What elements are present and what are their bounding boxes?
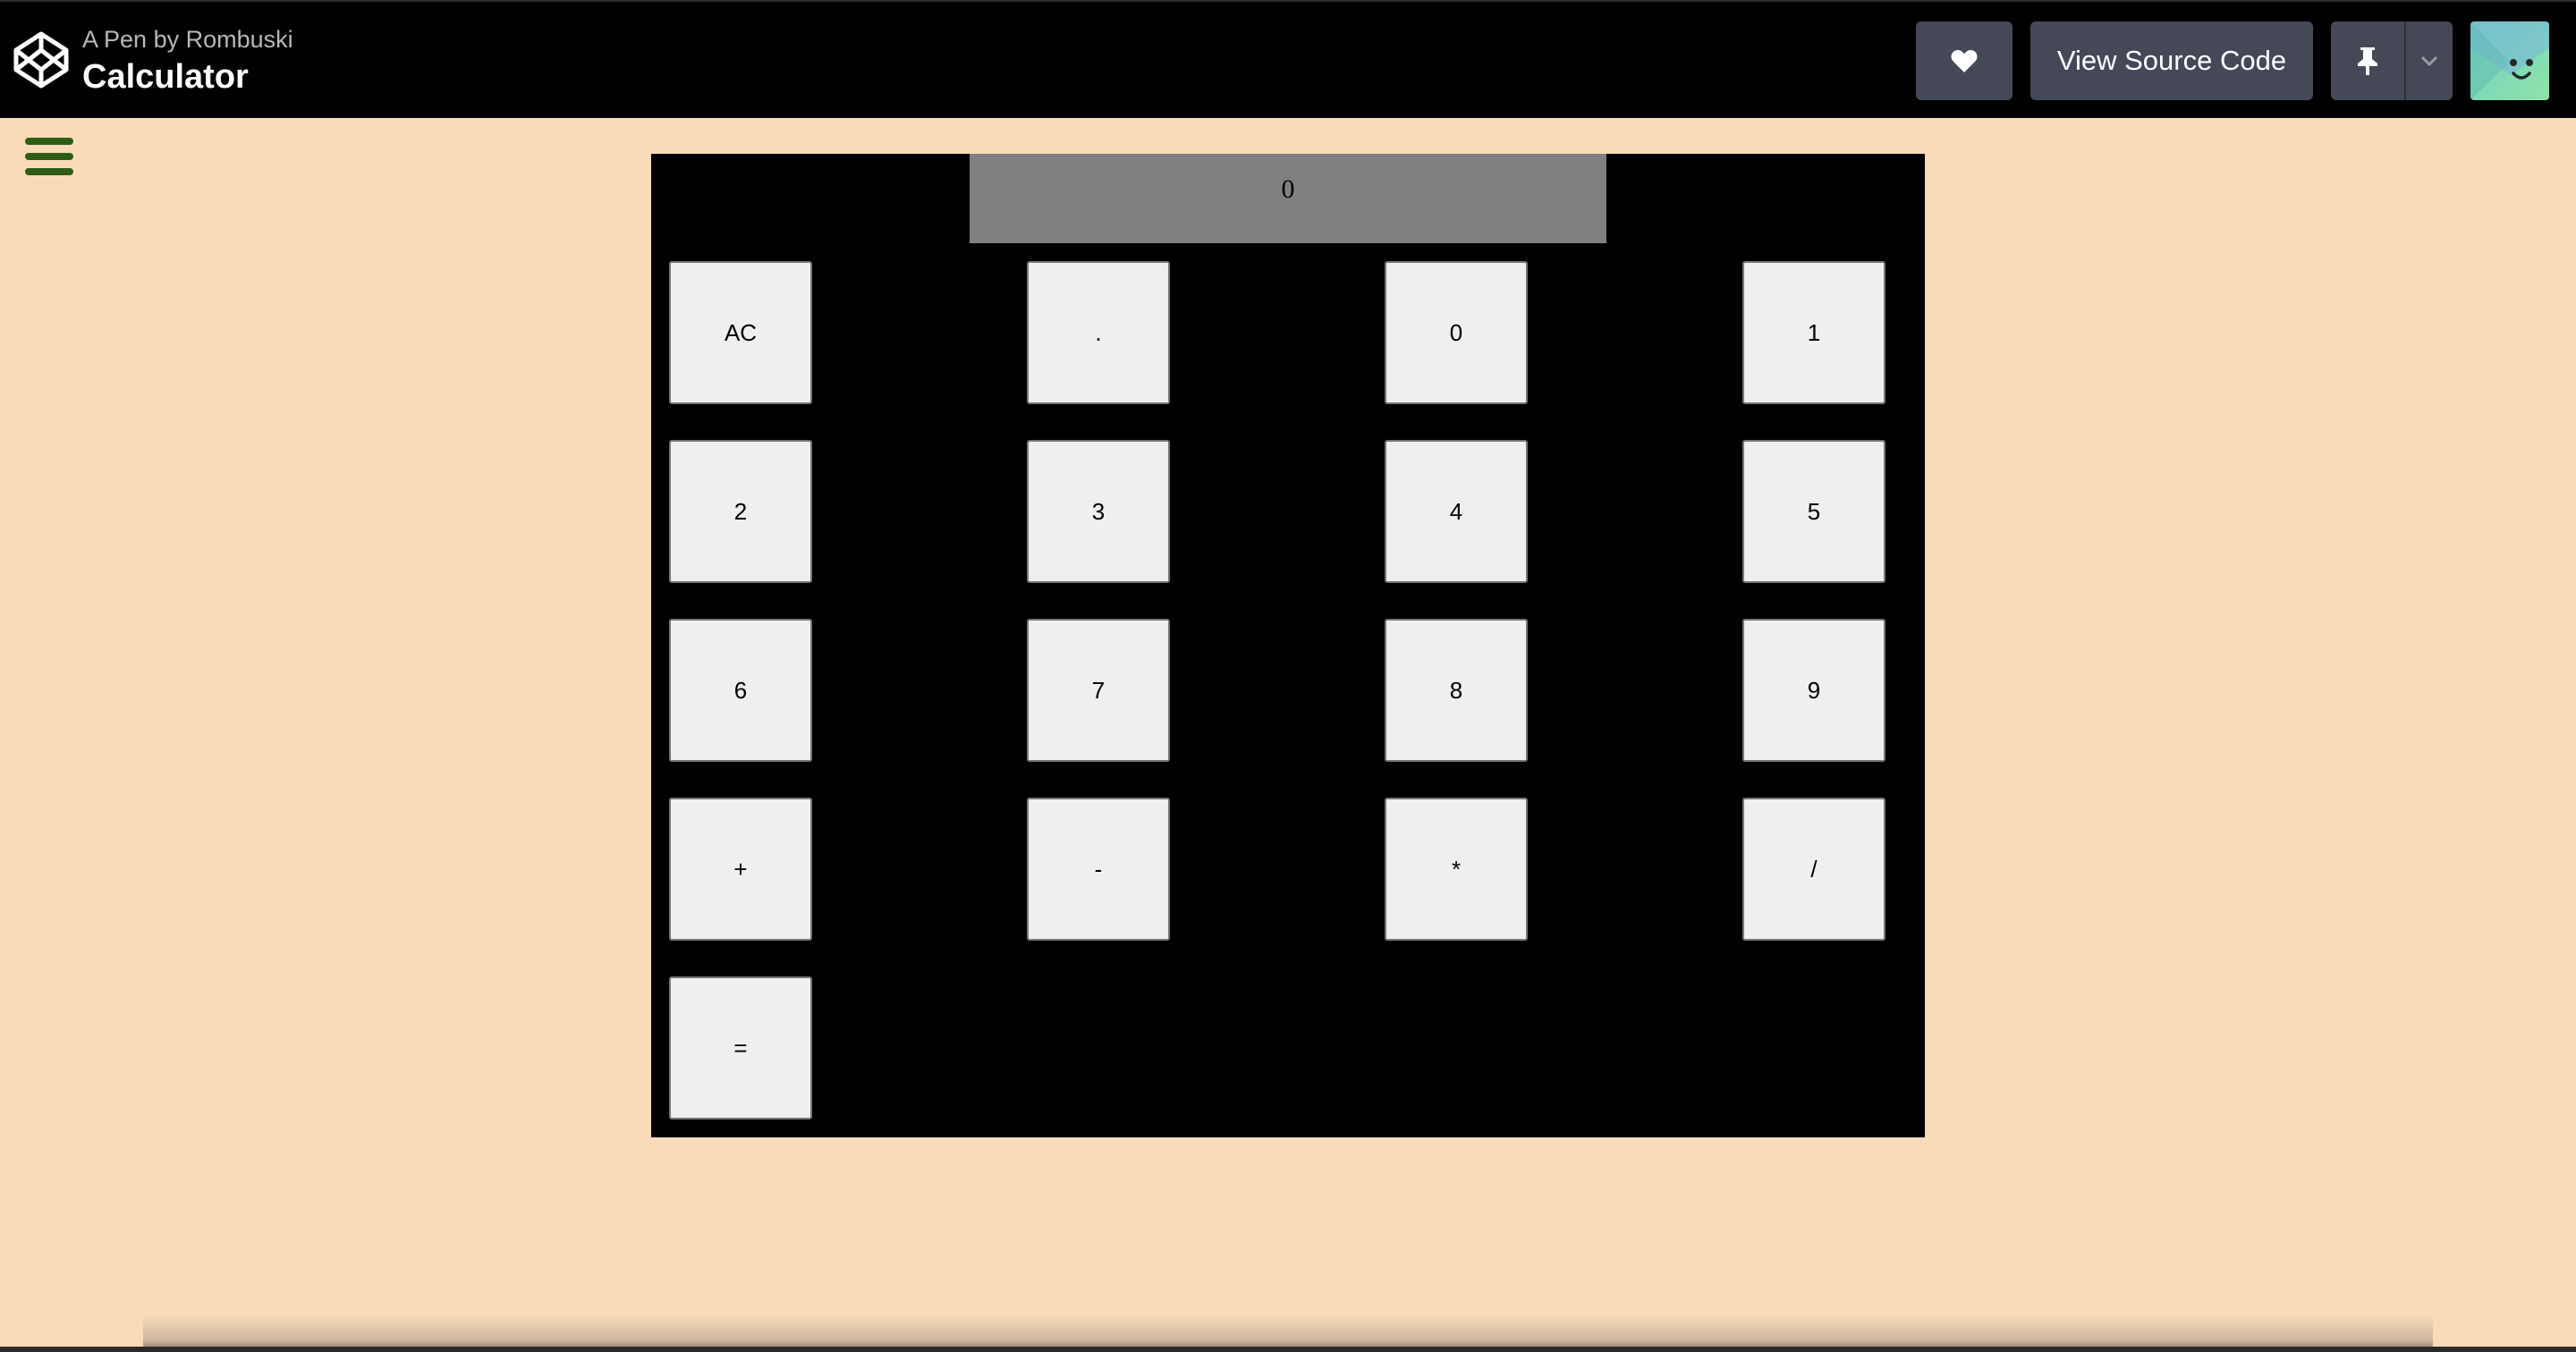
- key-minus[interactable]: -: [1027, 798, 1170, 941]
- pin-button-group: [2331, 21, 2453, 100]
- view-source-code-button[interactable]: View Source Code: [2030, 21, 2313, 100]
- pin-icon: [2358, 47, 2377, 75]
- avatar-icon: [2470, 21, 2549, 100]
- top-bar: A Pen by Rombuski Calculator View Source…: [0, 0, 2576, 118]
- pin-button[interactable]: [2331, 21, 2404, 100]
- key-5[interactable]: 5: [1742, 440, 1885, 583]
- pen-byline[interactable]: A Pen by Rombuski: [82, 25, 293, 54]
- calculator: 0 AC . 0 1 2 3 4 5 6 7 8 9 + - * / =: [651, 154, 1925, 1137]
- user-avatar[interactable]: [2470, 21, 2549, 100]
- key-plus[interactable]: +: [669, 798, 812, 941]
- key-8[interactable]: 8: [1385, 619, 1528, 762]
- key-divide[interactable]: /: [1742, 798, 1885, 941]
- love-button[interactable]: [1916, 21, 2012, 100]
- bottom-edge: [0, 1347, 2576, 1352]
- key-7[interactable]: 7: [1027, 619, 1170, 762]
- key-multiply[interactable]: *: [1385, 798, 1528, 941]
- key-equals[interactable]: =: [669, 976, 812, 1120]
- key-6[interactable]: 6: [669, 619, 812, 762]
- pin-dropdown-button[interactable]: [2406, 21, 2453, 100]
- calculator-display: 0: [970, 154, 1606, 243]
- key-3[interactable]: 3: [1027, 440, 1170, 583]
- key-1[interactable]: 1: [1742, 261, 1885, 404]
- codepen-logo-icon[interactable]: [13, 30, 70, 89]
- hamburger-line: [25, 153, 73, 160]
- key-ac[interactable]: AC: [669, 261, 812, 404]
- key-9[interactable]: 9: [1742, 619, 1885, 762]
- key-0[interactable]: 0: [1385, 261, 1528, 404]
- hamburger-menu-icon[interactable]: [25, 136, 73, 177]
- heart-icon: [1951, 50, 1978, 72]
- key-2[interactable]: 2: [669, 440, 812, 583]
- key-decimal[interactable]: .: [1027, 261, 1170, 404]
- hamburger-line: [25, 168, 73, 175]
- pen-title: Calculator: [82, 58, 249, 96]
- key-4[interactable]: 4: [1385, 440, 1528, 583]
- chevron-down-icon: [2420, 55, 2438, 66]
- hamburger-line: [25, 138, 73, 145]
